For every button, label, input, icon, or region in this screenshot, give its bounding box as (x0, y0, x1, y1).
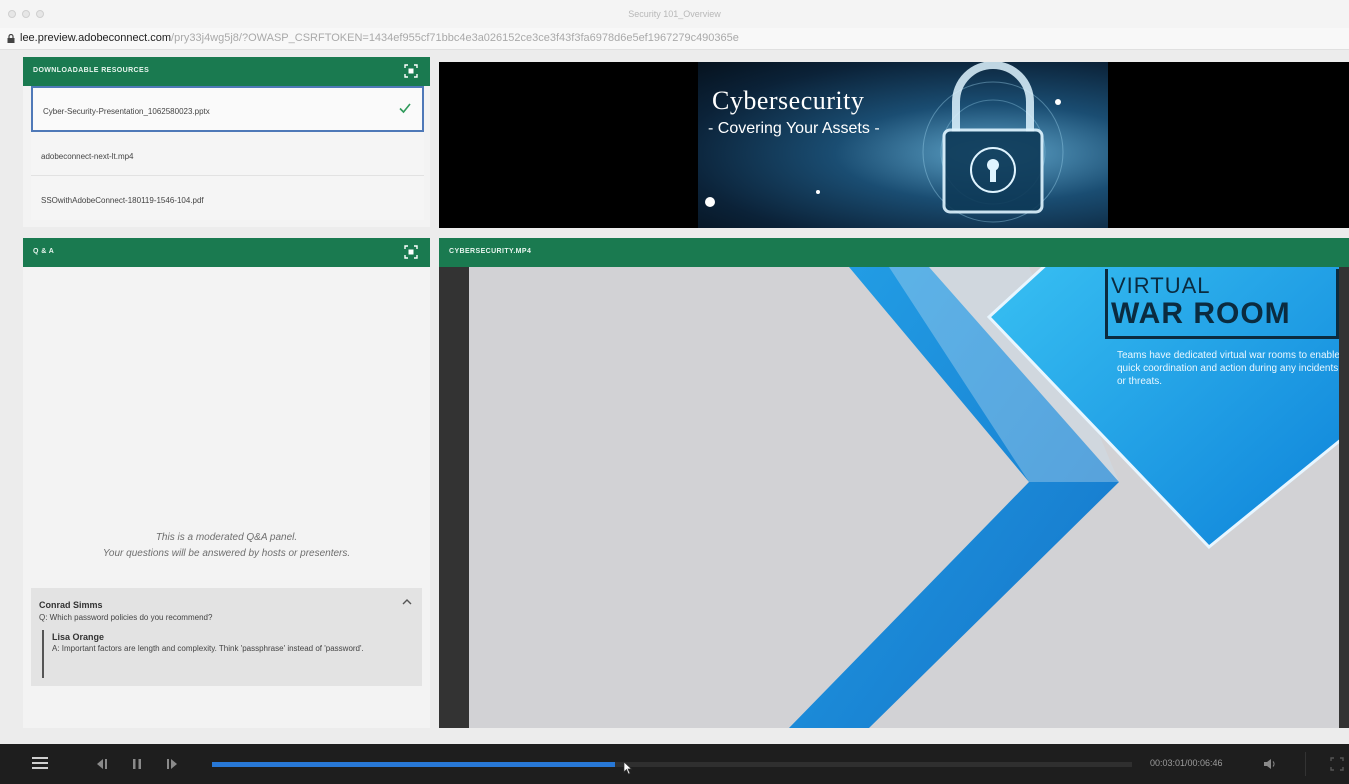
url-path: /pry33j4wg5j8/?OWASP_CSRFTOKEN=1434ef955… (171, 32, 739, 44)
slide-body-text: Teams have dedicated virtual war rooms t… (1117, 350, 1339, 387)
window-titlebar: Security 101_Overview (0, 0, 1349, 28)
checkmark-icon (399, 103, 411, 114)
qa-panel-header: Q & A (23, 238, 430, 267)
resources-panel-title: DOWNLOADABLE RESOURCES (33, 67, 150, 74)
previous-icon[interactable] (95, 758, 109, 770)
resource-name: Cyber-Security-Presentation_1062580023.p… (43, 107, 210, 116)
cybersecurity-banner-image: Cybersecurity - Covering Your Assets - (698, 62, 1108, 228)
qa-moderation-message: This is a moderated Q&A panel. Your ques… (23, 530, 430, 562)
resource-name: adobeconnect-next-lt.mp4 (41, 152, 134, 161)
banner-subtitle: - Covering Your Assets - (708, 120, 880, 137)
resources-panel: DOWNLOADABLE RESOURCES Cyber-Security-Pr… (23, 57, 430, 227)
banner-title: Cybersecurity (712, 86, 865, 115)
qa-message-line: Your questions will be answered by hosts… (102, 548, 351, 559)
qa-answer: Lisa Orange A: Important factors are len… (42, 630, 400, 678)
lock-icon (7, 34, 15, 43)
qa-question-text: Q: Which password policies do you recomm… (39, 613, 213, 622)
video-panel-title: CYBERSECURITY.MP4 (449, 248, 532, 255)
qa-message-line: This is a moderated Q&A panel. (155, 532, 298, 543)
chevron-up-icon[interactable] (402, 598, 412, 606)
slide-title-line2: WAR ROOM (1111, 297, 1291, 330)
progress-bar[interactable] (212, 762, 1132, 767)
resource-item[interactable]: SSOwithAdobeConnect-180119-1546-104.pdf (31, 176, 424, 220)
video-panel: CYBERSECURITY.MP4 VIRTUAL WAR ROOM Teams… (439, 238, 1349, 728)
resources-panel-header: DOWNLOADABLE RESOURCES (23, 57, 430, 86)
pause-icon[interactable] (131, 758, 143, 770)
qa-asker-name: Conrad Simms (39, 600, 103, 610)
volume-icon[interactable] (1263, 758, 1277, 770)
url-host: lee.preview.adobeconnect.com (20, 32, 172, 44)
qa-answer-text: A: Important factors are length and comp… (52, 644, 364, 653)
playback-time: 00:03:01/00:06:46 (1150, 758, 1223, 768)
banner-panel: Cybersecurity - Covering Your Assets - (439, 62, 1349, 228)
cursor-icon (623, 761, 633, 775)
resource-item[interactable]: Cyber-Security-Presentation_1062580023.p… (31, 86, 424, 132)
qa-answerer-name: Lisa Orange (52, 632, 105, 642)
next-icon[interactable] (165, 758, 179, 770)
url-text: lee.preview.adobeconnect.com/pry33j4wg5j… (20, 32, 739, 44)
resources-list: Cyber-Security-Presentation_1062580023.p… (31, 86, 424, 220)
qa-thread: Conrad Simms Q: Which password policies … (31, 588, 422, 686)
maximize-icon[interactable] (404, 245, 418, 259)
qa-panel: Q & A This is a moderated Q&A panel. You… (23, 238, 430, 728)
fullscreen-icon[interactable] (1330, 757, 1344, 771)
window-title: Security 101_Overview (628, 9, 721, 19)
slide-title-line1: VIRTUAL (1111, 273, 1211, 298)
qa-panel-title: Q & A (33, 248, 55, 255)
video-panel-header: CYBERSECURITY.MP4 (439, 238, 1349, 267)
address-bar[interactable]: lee.preview.adobeconnect.com/pry33j4wg5j… (0, 28, 1349, 50)
resource-name: SSOwithAdobeConnect-180119-1546-104.pdf (41, 196, 204, 205)
menu-icon[interactable] (32, 756, 48, 770)
player-bar: 00:03:01/00:06:46 (0, 744, 1349, 784)
progress-fill (212, 762, 615, 767)
video-frame[interactable]: VIRTUAL WAR ROOM Teams have dedicated vi… (469, 267, 1339, 728)
resource-item[interactable]: adobeconnect-next-lt.mp4 (31, 132, 424, 176)
maximize-icon[interactable] (404, 64, 418, 78)
divider (1305, 752, 1306, 776)
